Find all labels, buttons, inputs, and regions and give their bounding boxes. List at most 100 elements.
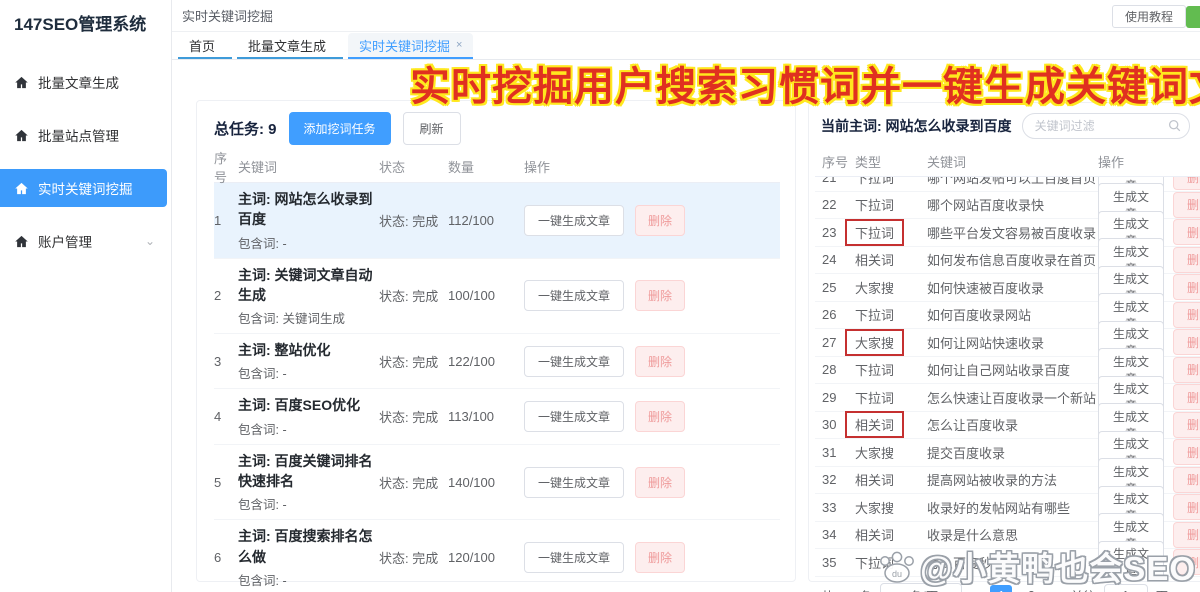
sidebar-item[interactable]: 账户管理 ⌄ (0, 222, 167, 260)
col-action: 操作 (524, 157, 780, 176)
task-table-header: 序号 关键词 状态 数量 操作 (214, 151, 780, 183)
task-row-actions: 一键生成文章 删除 (524, 467, 780, 498)
keyword-row-keyword: 如何发布信息百度收录在首页 (927, 250, 1098, 269)
task-include-word: 包含词: - (238, 494, 375, 513)
col-no: 序号 (815, 152, 855, 171)
delete-button[interactable]: 删除 (635, 401, 685, 432)
task-row-actions: 一键生成文章 删除 (524, 280, 780, 311)
keyword-type-value: 大家搜 (855, 281, 894, 296)
keyword-table-header: 序号 类型 关键词 操作 (815, 147, 1200, 177)
current-main-word-label: 当前主词: 网站怎么收录到百度 (821, 116, 1012, 136)
keyword-type-value: 下拉词 (855, 556, 894, 571)
task-row-status: 状态: 完成 (379, 211, 448, 230)
keyword-row-keyword: 如何百度收录网站 (927, 305, 1098, 324)
app-title: 147SEO管理系统 (0, 0, 171, 41)
keyword-row-type: 下拉词 (855, 305, 927, 324)
keyword-row-type: 相关词 (855, 525, 927, 544)
task-row-no: 5 (214, 475, 238, 490)
goto-page-input[interactable] (1104, 584, 1148, 592)
task-row-no: 3 (214, 354, 238, 369)
keyword-pagination: 共 111 条 100条/页 ⌄ ‹ 1 2 › 前往 页 (815, 583, 1200, 592)
task-include-word: 包含词: - (238, 363, 375, 382)
refresh-button[interactable]: 刷新 (403, 112, 461, 145)
generate-article-button[interactable]: 一键生成文章 (524, 346, 624, 377)
task-main-word: 主词: 百度搜索排名怎么做 (238, 526, 375, 567)
keyword-row-keyword: 哪个网站发帖可以上百度首页 (927, 177, 1098, 187)
task-panel: 总任务: 9 添加挖词任务 刷新 序号 关键词 状态 数量 操作 1 主词: 网… (196, 100, 796, 582)
sidebar-item[interactable]: 实时关键词挖掘 ⌄ (0, 169, 167, 207)
task-row-no: 4 (214, 409, 238, 424)
generate-article-button[interactable]: 一键生成文章 (524, 467, 624, 498)
keyword-row-type: 下拉词 (855, 360, 927, 379)
task-row-count: 140/100 (448, 475, 524, 490)
task-row-actions: 一键生成文章 删除 (524, 401, 780, 432)
keyword-row-type: 下拉词 (855, 219, 927, 246)
search-icon (1168, 119, 1181, 132)
keyword-row-type: 大家搜 (855, 278, 927, 297)
keyword-row-type: 下拉词 (855, 553, 927, 572)
task-row-no: 1 (214, 213, 238, 228)
help-tutorial-button[interactable]: 使用教程 (1112, 5, 1186, 28)
keyword-filter-input[interactable] (1022, 113, 1190, 139)
delete-button[interactable]: 删除 (635, 205, 685, 236)
keyword-row: 35 下拉词 怎么百度秒收录 生成文章 删除 (815, 549, 1200, 577)
keyword-row-no: 24 (815, 252, 855, 267)
task-main-word: 主词: 关键词文章自动生成 (238, 265, 375, 306)
generate-article-button[interactable]: 一键生成文章 (524, 280, 624, 311)
home-icon (14, 75, 29, 90)
task-row-status: 状态: 完成 (379, 352, 448, 371)
home-icon (14, 181, 29, 196)
generate-article-button[interactable]: 一键生成文章 (524, 205, 624, 236)
delete-button[interactable]: 删除 (635, 346, 685, 377)
task-row-actions: 一键生成文章 删除 (524, 205, 780, 236)
delete-button[interactable]: 删除 (635, 280, 685, 311)
page-size-select[interactable]: 100条/页 ⌄ (880, 583, 962, 592)
task-include-word: 包含词: - (238, 233, 375, 252)
add-task-button[interactable]: 添加挖词任务 (289, 112, 391, 145)
keyword-row-type: 大家搜 (855, 329, 927, 356)
sidebar-item[interactable]: 批量站点管理 ⌄ (0, 116, 167, 154)
keyword-row-type: 下拉词 (855, 388, 927, 407)
col-count: 数量 (448, 157, 524, 176)
keyword-row-type: 相关词 (855, 411, 927, 438)
tab[interactable]: 首页 (178, 33, 232, 59)
keyword-row-keyword: 怎么快速让百度收录一个新站 (927, 388, 1098, 407)
task-row-keyword: 主词: 百度SEO优化 包含词: - (238, 395, 379, 437)
keyword-panel: 当前主词: 网站怎么收录到百度 是否生成 序号 类型 关键词 操作 21 下拉词 (808, 102, 1200, 582)
keyword-row-no: 22 (815, 197, 855, 212)
page-number-button[interactable]: 2 (1020, 585, 1042, 592)
delete-button[interactable]: 删除 (635, 467, 685, 498)
next-page-button[interactable]: › (1050, 588, 1062, 592)
keyword-row-no: 31 (815, 445, 855, 460)
keyword-type-value: 大家搜 (855, 501, 894, 516)
page-number-button[interactable]: 1 (990, 585, 1012, 592)
sidebar-item[interactable]: 批量文章生成 ⌄ (0, 63, 167, 101)
col-action: 操作 (1098, 152, 1200, 171)
keyword-row-type: 相关词 (855, 470, 927, 489)
keyword-type-value: 下拉词 (855, 363, 894, 378)
generate-article-button[interactable]: 生成文章 (1098, 541, 1164, 577)
col-no: 序号 (214, 148, 238, 186)
task-row: 2 主词: 关键词文章自动生成 包含词: 关键词生成 状态: 完成 100/10… (214, 259, 780, 335)
delete-button[interactable]: 删除 (635, 542, 685, 573)
keyword-row-type: 相关词 (855, 250, 927, 269)
page-size-value: 100条/页 (889, 586, 938, 592)
keyword-row-type: 下拉词 (855, 195, 927, 214)
keyword-row-keyword: 提高网站被收录的方法 (927, 470, 1098, 489)
task-row: 3 主词: 整站优化 包含词: - 状态: 完成 122/100 一键生成文章 … (214, 334, 780, 389)
generate-article-button[interactable]: 一键生成文章 (524, 401, 624, 432)
partial-green-button[interactable] (1186, 6, 1200, 28)
close-icon[interactable]: × (456, 39, 462, 51)
keyword-row-type: 大家搜 (855, 498, 927, 517)
keyword-row-keyword: 哪些平台发文容易被百度收录 (927, 223, 1098, 242)
prev-page-button[interactable]: ‹ (970, 588, 982, 592)
keyword-row-no: 33 (815, 500, 855, 515)
keyword-type-value: 相关词 (855, 473, 894, 488)
col-type: 类型 (855, 152, 927, 171)
generate-article-button[interactable]: 一键生成文章 (524, 542, 624, 573)
goto-label: 前往 (1071, 586, 1096, 592)
delete-button[interactable]: 删除 (1173, 549, 1200, 575)
keyword-row-no: 28 (815, 362, 855, 377)
tab[interactable]: 批量文章生成 (237, 33, 343, 59)
task-row-keyword: 主词: 整站优化 包含词: - (238, 340, 379, 382)
